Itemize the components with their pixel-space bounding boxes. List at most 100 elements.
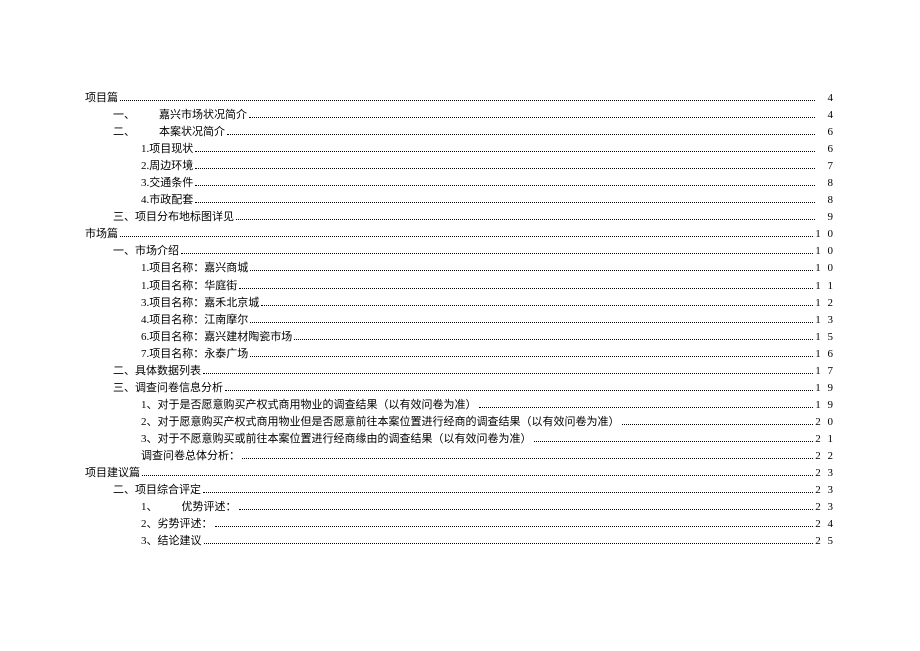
toc-entry-page: 1 1 — [815, 278, 835, 295]
toc-leader-dots — [181, 247, 813, 255]
toc-entry: 6.项目名称：嘉兴建材陶瓷市场 1 5 — [85, 329, 835, 346]
toc-entry: 2、对于愿意购买产权式商用物业但是否愿意前往本案位置进行经商的调查结果（以有效问… — [85, 414, 835, 431]
toc-entry-page: 2 0 — [815, 414, 835, 431]
toc-leader-dots — [215, 519, 814, 527]
toc-entry-title: 市场篇 — [85, 226, 118, 243]
table-of-contents: 项目篇4一、嘉兴市场状况简介4二、本案状况简介61.项目现状62.周边环境73.… — [85, 90, 835, 550]
toc-entry-title: 一、市场介绍 — [113, 243, 179, 260]
toc-entry: 3、结论建议 2 5 — [85, 533, 835, 550]
toc-entry: 一、嘉兴市场状况简介4 — [85, 107, 835, 124]
toc-entry-title: 1.项目名称：嘉兴商城 — [141, 260, 248, 277]
toc-entry-title: 三、调查问卷信息分析 — [113, 380, 223, 397]
toc-leader-dots — [239, 502, 814, 510]
toc-entry-page: 8 — [817, 192, 835, 209]
toc-entry-page: 4 — [817, 90, 835, 107]
toc-entry: 2、劣势评述： 2 4 — [85, 516, 835, 533]
toc-entry-title: 3.项目名称：嘉禾北京城 — [141, 295, 259, 312]
toc-leader-dots — [239, 281, 813, 289]
toc-entry: 1.项目名称：华庭街 1 1 — [85, 278, 835, 295]
toc-leader-dots — [227, 127, 815, 135]
toc-entry-page: 2 5 — [815, 533, 835, 550]
toc-entry-title: 项目建议篇 — [85, 465, 140, 482]
toc-entry-page: 1 3 — [815, 312, 835, 329]
toc-entry: 项目篇 4 — [85, 90, 835, 107]
toc-entry-page: 1 9 — [815, 380, 835, 397]
toc-entry-page: 1 0 — [815, 243, 835, 260]
toc-entry-page: 4 — [817, 107, 835, 124]
toc-leader-dots — [195, 162, 815, 170]
toc-entry-page: 1 5 — [815, 329, 835, 346]
toc-entry-title: 4.项目名称：江南摩尔 — [141, 312, 248, 329]
toc-entry-title: 3.交通条件 — [141, 175, 193, 192]
toc-entry-title: 1.项目名称：华庭街 — [141, 278, 237, 295]
toc-entry: 2.周边环境 7 — [85, 158, 835, 175]
toc-entry-page: 1 0 — [815, 260, 835, 277]
toc-entry-title2: 嘉兴市场状况简介 — [159, 107, 247, 124]
toc-entry: 调查问卷总体分析：2 2 — [85, 448, 835, 465]
toc-entry-page: 1 6 — [815, 346, 835, 363]
toc-entry: 三、调查问卷信息分析 1 9 — [85, 380, 835, 397]
toc-leader-dots — [195, 144, 815, 152]
toc-entry-page: 2 4 — [815, 516, 835, 533]
toc-entry: 4.市政配套 8 — [85, 192, 835, 209]
toc-leader-dots — [250, 349, 813, 357]
toc-leader-dots — [242, 451, 813, 459]
toc-leader-dots — [250, 264, 813, 272]
toc-leader-dots — [250, 315, 813, 323]
toc-entry-page: 2 3 — [815, 499, 835, 516]
toc-leader-dots — [225, 383, 813, 391]
toc-entry-page: 2 1 — [815, 431, 835, 448]
toc-entry: 二、项目综合评定2 3 — [85, 482, 835, 499]
toc-leader-dots — [622, 417, 814, 425]
toc-entry: 7.项目名称：永泰广场1 6 — [85, 346, 835, 363]
toc-entry-page: 2 3 — [815, 482, 835, 499]
toc-entry-title: 3、结论建议 — [141, 533, 202, 550]
toc-entry-page: 7 — [817, 158, 835, 175]
toc-entry-title: 二、 — [113, 124, 135, 141]
toc-entry: 3.项目名称：嘉禾北京城 1 2 — [85, 295, 835, 312]
toc-entry-page: 1 7 — [815, 363, 835, 380]
toc-entry: 项目建议篇 2 3 — [85, 465, 835, 482]
toc-leader-dots — [261, 298, 813, 306]
toc-leader-dots — [534, 434, 814, 442]
toc-entry-page: 2 3 — [815, 465, 835, 482]
toc-entry-title: 2.周边环境 — [141, 158, 193, 175]
toc-entry: 市场篇 1 0 — [85, 226, 835, 243]
toc-entry: 4.项目名称：江南摩尔 1 3 — [85, 312, 835, 329]
toc-entry-title: 6.项目名称：嘉兴建材陶瓷市场 — [141, 329, 292, 346]
toc-entry: 1、优势评述：2 3 — [85, 499, 835, 516]
toc-entry-title: 调查问卷总体分析： — [141, 448, 240, 465]
toc-leader-dots — [195, 179, 815, 187]
toc-leader-dots — [203, 366, 813, 374]
toc-entry-title: 1.项目现状 — [141, 141, 193, 158]
toc-entry-title: 三、项目分布地标图详见 — [113, 209, 234, 226]
toc-leader-dots — [236, 213, 815, 221]
toc-entry-page: 8 — [817, 175, 835, 192]
toc-entry: 1、对于是否愿意购买产权式商用物业的调查结果（以有效问卷为准）1 9 — [85, 397, 835, 414]
toc-entry: 一、市场介绍 1 0 — [85, 243, 835, 260]
toc-entry-title: 2、劣势评述： — [141, 516, 213, 533]
toc-entry-page: 1 2 — [815, 295, 835, 312]
toc-entry: 二、具体数据列表 1 7 — [85, 363, 835, 380]
toc-entry-title: 二、具体数据列表 — [113, 363, 201, 380]
toc-entry-title: 项目篇 — [85, 90, 118, 107]
toc-leader-dots — [203, 485, 813, 493]
toc-leader-dots — [479, 400, 814, 408]
toc-leader-dots — [195, 196, 815, 204]
toc-entry-title2: 本案状况简介 — [159, 124, 225, 141]
toc-leader-dots — [120, 230, 813, 238]
toc-entry-title: 2、对于愿意购买产权式商用物业但是否愿意前往本案位置进行经商的调查结果（以有效问… — [141, 414, 620, 431]
toc-entry: 3.交通条件 8 — [85, 175, 835, 192]
toc-entry-page: 1 9 — [815, 397, 835, 414]
toc-entry-title: 1、 — [141, 499, 158, 516]
toc-leader-dots — [294, 332, 813, 340]
toc-leader-dots — [204, 537, 814, 545]
toc-entry-title: 3、对于不愿意购买或前往本案位置进行经商缘由的调查结果（以有效问卷为准） — [141, 431, 532, 448]
toc-entry-page: 1 0 — [815, 226, 835, 243]
toc-entry-page: 6 — [817, 124, 835, 141]
toc-entry-page: 6 — [817, 141, 835, 158]
toc-leader-dots — [142, 468, 813, 476]
toc-entry: 1.项目名称：嘉兴商城 1 0 — [85, 260, 835, 277]
toc-entry-title: 4.市政配套 — [141, 192, 193, 209]
toc-leader-dots — [249, 110, 815, 118]
